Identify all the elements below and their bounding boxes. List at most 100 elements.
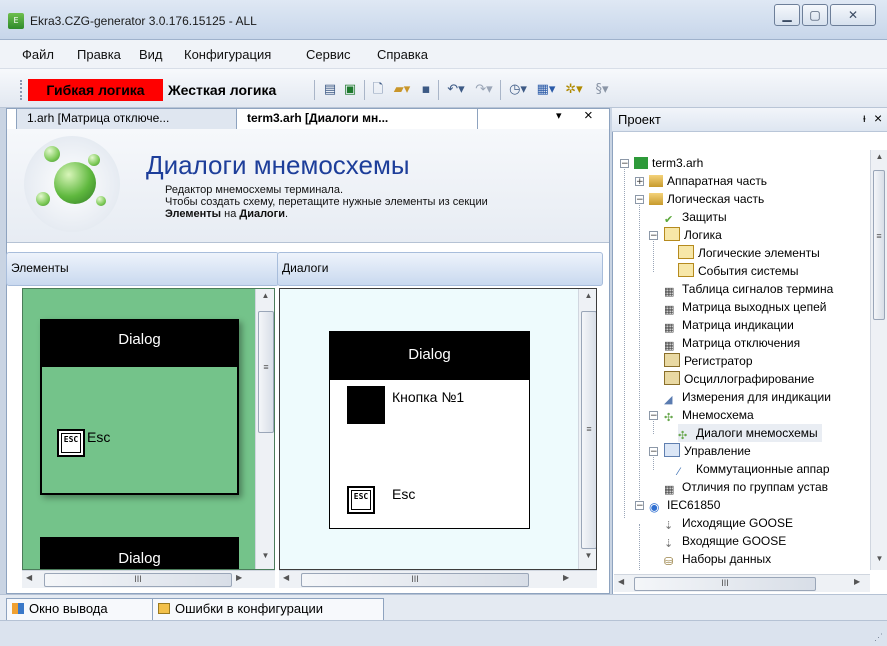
tree-item-control[interactable]: Управление [664,442,751,460]
tree-item-measurements[interactable]: ◢ Измерения для индикации [664,388,831,406]
scroll-left-icon[interactable]: ◀ [26,573,32,582]
scroll-up-icon[interactable]: ▲ [871,152,887,161]
bug-icon[interactable]: ✲▾ [562,80,586,100]
elements-panel[interactable]: Dialog ESC Esc Dialog ▲ ≡ ▼ [22,288,275,570]
elements-vscroll[interactable]: ▲ ≡ ▼ [255,289,274,569]
tree-collapse-icon[interactable]: − [649,231,658,241]
menu-configuration[interactable]: Конфигурация [184,47,271,62]
tree-expand-icon[interactable]: + [635,177,644,187]
hscroll-thumb[interactable]: III [634,577,816,591]
element-dialog[interactable]: Dialog ESC Esc [40,319,239,495]
tree-item-oscillography[interactable]: Осциллографирование [664,370,814,388]
project-title: Проект [618,112,661,127]
tab-dialogs[interactable]: term3.arh [Диалоги мн... [236,108,478,129]
new-file-icon[interactable]: 🗋 [370,80,386,100]
maximize-button[interactable]: ▢ [802,4,828,26]
esc-icon[interactable]: ESC [347,486,375,514]
menu-service[interactable]: Сервис [306,47,351,62]
scroll-down-icon[interactable]: ▼ [579,551,596,560]
tab-dropdown-icon[interactable]: ▾ [556,109,562,122]
tree-item-hardware[interactable]: Аппаратная часть [649,172,767,190]
scroll-thumb[interactable]: ≡ [581,311,596,549]
tree-item-system-events[interactable]: События системы [678,262,798,280]
logic-elements-icon [678,245,694,259]
project-hscroll[interactable]: ◀ III ▶ [614,574,870,592]
tree-item-term3[interactable]: term3.arh [634,154,703,172]
tree-item-outgoing-goose[interactable]: ⇣ Исходящие GOOSE [664,514,793,532]
tree-collapse-icon[interactable]: − [635,501,644,511]
tree-item-signal-table[interactable]: ▦ Таблица сигналов термина [664,280,833,298]
scroll-left-icon[interactable]: ◀ [283,573,289,582]
tree-item-setting-differences[interactable]: ▦ Отличия по группам устав [664,478,828,496]
control-icon [664,443,680,457]
grid-tool-icon[interactable]: ▦▾ [534,80,558,100]
dialogs-hscroll[interactable]: ◀ III ▶ [279,570,597,588]
open-folder-icon[interactable]: ▰▾ [390,80,414,100]
tree-item-mnemo[interactable]: ✣ Мнемосхема [664,406,754,424]
matrix-icon: ▦ [664,483,675,496]
tree-item-output-matrix[interactable]: ▦ Матрица выходных цепей [664,298,826,316]
list-icon[interactable]: ▤ [322,80,338,100]
tree-collapse-icon[interactable]: − [649,447,658,457]
scroll-right-icon[interactable]: ▶ [236,573,242,582]
scroll-right-icon[interactable]: ▶ [563,573,569,582]
dialog-canvas[interactable]: Dialog Кнопка №1 ESC Esc [329,331,530,529]
script-icon[interactable]: §▾ [590,80,614,100]
tree-item-switching-devices[interactable]: ⁄ Коммутационные аппар [678,460,830,478]
tree-item-mnemo-dialogs[interactable]: ✣ Диалоги мнемосхемы [678,424,822,442]
scroll-thumb[interactable]: ≡ [258,311,274,433]
tab-close-icon[interactable]: × [584,107,593,124]
scroll-down-icon[interactable]: ▼ [256,551,274,560]
project-vscroll[interactable]: ▲ ≡ ▼ [870,150,887,570]
page-description: Редактор мнемосхемы терминала. Чтобы соз… [165,184,488,220]
excel-icon[interactable]: ▣ [342,80,358,100]
elements-hscroll[interactable]: ◀ III ▶ [22,570,275,588]
save-icon[interactable]: ▪ [418,80,434,100]
pin-icon[interactable]: ᵼ [863,111,866,125]
tab-output-window[interactable]: Окно вывода [6,598,170,621]
tree-item-iec61850[interactable]: ◉ IEC61850 [649,496,720,514]
tree-item-incoming-goose[interactable]: ⇣ Входящие GOOSE [664,532,786,550]
scroll-thumb[interactable]: ≡ [873,170,885,320]
dialogs-vscroll[interactable]: ▲ ≡ ▼ [578,289,596,569]
close-button[interactable]: ✕ [830,4,876,26]
tree-item-trip-matrix[interactable]: ▦ Матрица отключения [664,334,800,352]
minimize-button[interactable]: ▁ [774,4,800,26]
clock-icon[interactable]: ◷▾ [506,80,530,100]
tree-item-datasets[interactable]: ⛁ Наборы данных [664,550,771,568]
menu-file[interactable]: Файл [22,47,54,62]
button-1-label[interactable]: Кнопка №1 [392,389,464,405]
tree-item-protections[interactable]: ✔ Защиты [664,208,727,226]
dialogs-panel[interactable]: Dialog Кнопка №1 ESC Esc ▲ ≡ ▼ [279,288,597,570]
tree-item-logic-part[interactable]: Логическая часть [649,190,764,208]
flex-logic-button[interactable]: Гибкая логика [28,79,163,101]
scroll-left-icon[interactable]: ◀ [618,577,624,586]
button-1-square[interactable] [347,386,385,424]
scroll-right-icon[interactable]: ▶ [854,577,860,586]
hard-logic-button[interactable]: Жесткая логика [168,79,308,101]
resize-grip-icon[interactable]: ⋰ [874,632,883,643]
tree-collapse-icon[interactable]: − [620,159,629,169]
panel-close-icon[interactable]: × [874,110,882,126]
hscroll-thumb[interactable]: III [44,573,232,587]
logic-icon [664,227,680,241]
tree-item-logic[interactable]: Логика [664,226,722,244]
tree-item-logic-elements[interactable]: Логические элементы [678,244,820,262]
menu-help[interactable]: Справка [377,47,428,62]
tree-collapse-icon[interactable]: − [649,411,658,421]
element-dialog-2[interactable]: Dialog [40,537,239,569]
tab-matrix-otkl[interactable]: 1.arh [Матрица отключе... [16,108,246,129]
element-esc-label: Esc [87,429,111,445]
menu-view[interactable]: Вид [139,47,163,62]
scroll-down-icon[interactable]: ▼ [871,554,887,563]
scroll-up-icon[interactable]: ▲ [256,291,274,300]
menu-edit[interactable]: Правка [77,47,121,62]
undo-icon[interactable]: ↶▾ [444,80,468,100]
redo-icon[interactable]: ↷▾ [472,80,496,100]
tree-collapse-icon[interactable]: − [635,195,644,205]
tab-config-errors[interactable]: Ошибки в конфигурации [152,598,384,621]
tree-item-recorder[interactable]: Регистратор [664,352,753,370]
scroll-up-icon[interactable]: ▲ [579,291,596,300]
tree-item-indication-matrix[interactable]: ▦ Матрица индикации [664,316,794,334]
hscroll-thumb[interactable]: III [301,573,529,587]
